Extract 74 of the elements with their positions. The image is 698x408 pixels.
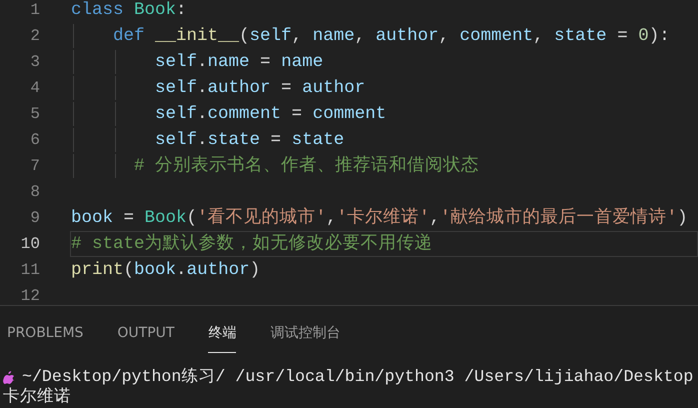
- code-punctuation: .: [197, 76, 208, 100]
- code-punctuation: =: [260, 50, 271, 74]
- code-punctuation: ,: [292, 24, 302, 48]
- code-punctuation: ,: [326, 206, 337, 230]
- code-identifier: state: [292, 128, 344, 152]
- code-identifier: comment: [460, 24, 534, 48]
- code-identifier: name: [208, 50, 250, 74]
- terminal-output: 卡尔维诺: [3, 387, 71, 407]
- code-string: '献给城市的最后一首爱情诗': [440, 206, 678, 230]
- code-number: 0: [638, 24, 649, 48]
- code-keyword: class: [71, 0, 124, 22]
- apple-icon: [3, 370, 15, 384]
- code-punctuation: ,: [533, 24, 544, 48]
- code-identifier: state: [554, 24, 607, 48]
- code-identifier: author: [208, 76, 271, 100]
- panel-tab[interactable]: PROBLEMS: [7, 323, 84, 353]
- code-punctuation: .: [197, 102, 208, 126]
- code-punctuation: =: [617, 24, 628, 48]
- line-number: 2: [29, 26, 40, 47]
- line-number: 5: [29, 104, 40, 125]
- code-identifier: self: [250, 24, 292, 48]
- code-punctuation: (: [239, 24, 250, 48]
- code-comment: # state为默认参数，如无修改必要不用传递: [71, 232, 433, 256]
- code-punctuation: :: [176, 0, 187, 22]
- code-punctuation: =: [292, 102, 302, 126]
- code-identifier: comment: [208, 102, 282, 126]
- code-identifier: name: [281, 50, 324, 74]
- line-number: 7: [29, 156, 40, 177]
- code-punctuation: ,: [438, 24, 450, 48]
- code-punctuation: ): [677, 206, 688, 230]
- code-punctuation: .: [176, 258, 187, 282]
- code-identifier: state: [208, 128, 260, 152]
- code-identifier: author: [376, 24, 439, 48]
- code-punctuation: =: [124, 206, 134, 230]
- panel-tab[interactable]: 调试控制台: [270, 323, 340, 353]
- line-number: 9: [29, 208, 40, 229]
- code-identifier: self: [155, 102, 198, 126]
- code-punctuation: ,: [354, 24, 366, 48]
- code-punctuation: =: [270, 128, 282, 152]
- code-function-name: print: [71, 258, 124, 282]
- code-punctuation: (: [124, 258, 134, 282]
- code-class-name: Book: [134, 0, 176, 22]
- line-number: 6: [29, 130, 40, 151]
- code-comment: # 分别表示书名、作者、推荐语和借阅状态: [134, 154, 480, 178]
- code-punctuation: ,: [430, 206, 440, 230]
- code-identifier: name: [312, 24, 355, 48]
- line-number: 1: [29, 0, 40, 21]
- code-string: '卡尔维诺': [336, 206, 430, 230]
- code-punctuation: ): [250, 258, 260, 282]
- terminal-command: ~/Desktop/python练习/ /usr/local/bin/python3 /Users/lijiahao/Desktop: [22, 367, 694, 387]
- code-identifier: self: [155, 50, 198, 74]
- code-punctuation: .: [197, 50, 208, 74]
- code-identifier: comment: [312, 102, 386, 126]
- code-keyword: def: [113, 24, 145, 48]
- code-function-name: __init__: [155, 24, 240, 48]
- panel-tab[interactable]: OUTPUT: [117, 323, 174, 353]
- code-punctuation: .: [197, 128, 208, 152]
- code-string: '看不见的城市': [197, 206, 326, 230]
- code-identifier: self: [155, 76, 198, 100]
- line-number: 10: [20, 234, 40, 255]
- code-identifier: book: [71, 206, 114, 230]
- code-punctuation: =: [281, 76, 292, 100]
- code-class-name: Book: [144, 206, 187, 230]
- code-identifier: author: [302, 76, 366, 100]
- line-number: 8: [29, 182, 40, 203]
- code-punctuation: (: [186, 206, 198, 230]
- line-number: 4: [29, 78, 40, 99]
- code-punctuation: ):: [648, 24, 670, 48]
- code-identifier: book: [134, 258, 176, 282]
- line-number: 12: [20, 286, 40, 307]
- line-number: 3: [29, 52, 40, 73]
- code-identifier: author: [186, 258, 250, 282]
- line-number: 11: [20, 260, 40, 281]
- code-identifier: self: [155, 128, 198, 152]
